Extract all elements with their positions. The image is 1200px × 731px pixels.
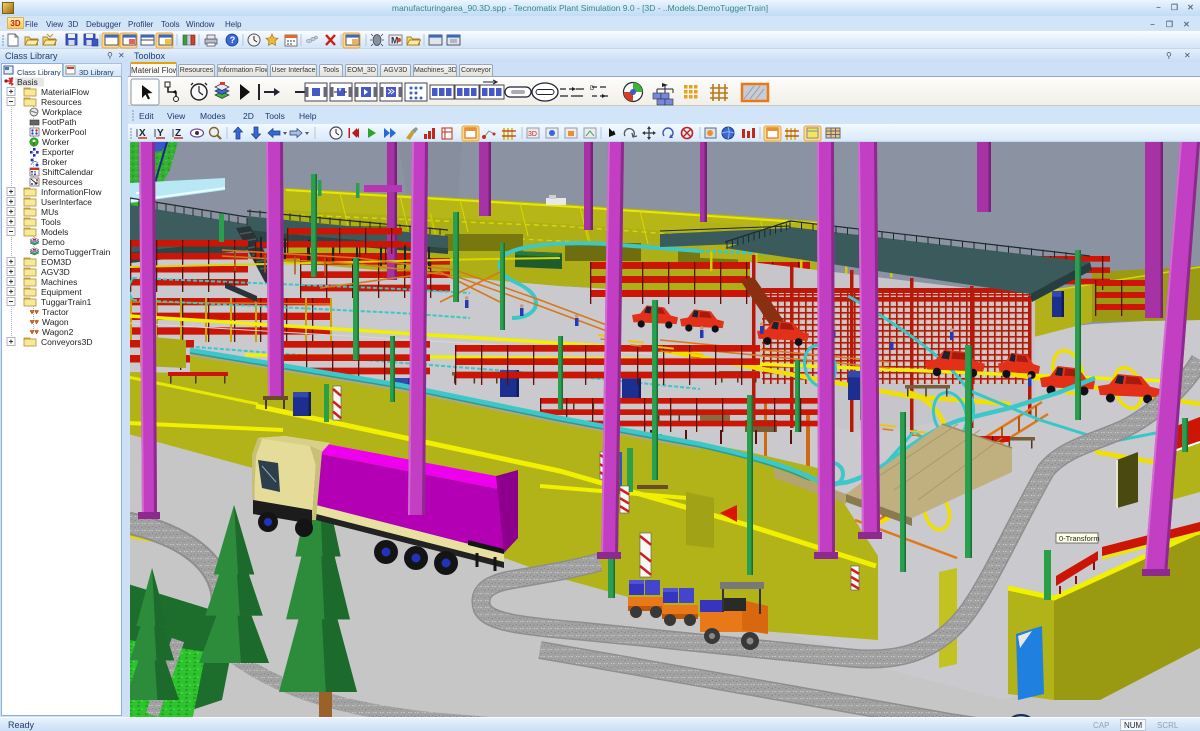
svg-text:ShiftCalendar: ShiftCalendar <box>42 167 94 177</box>
svg-text:Tools: Tools <box>41 217 61 227</box>
svg-text:UserInterface: UserInterface <box>41 197 92 207</box>
svg-text:Workplace: Workplace <box>42 107 82 117</box>
svg-text:Tractor: Tractor <box>42 307 69 317</box>
svg-text:AGV3D: AGV3D <box>41 267 70 277</box>
svg-text:?: ? <box>230 35 236 45</box>
svg-text:Machines: Machines <box>41 277 77 287</box>
svg-text:Exporter: Exporter <box>42 147 74 157</box>
svg-text:Basis: Basis <box>17 77 38 87</box>
svg-text:Resources: Resources <box>42 177 83 187</box>
svg-text:Worker: Worker <box>42 137 69 147</box>
svg-text:TuggarTrain1: TuggarTrain1 <box>41 297 92 307</box>
svg-text:MaterialFlow: MaterialFlow <box>41 87 90 97</box>
svg-text:Wagon2: Wagon2 <box>42 327 74 337</box>
svg-text:FootPath: FootPath <box>42 117 77 127</box>
svg-text:Demo: Demo <box>42 237 65 247</box>
svg-text:EOM3D: EOM3D <box>41 257 71 267</box>
svg-text:InformationFlow: InformationFlow <box>41 187 102 197</box>
svg-text:Broker: Broker <box>42 157 67 167</box>
svg-text:Resources: Resources <box>41 97 82 107</box>
svg-text:Models: Models <box>41 227 68 237</box>
svg-text:DemoTuggerTrain: DemoTuggerTrain <box>42 247 111 257</box>
svg-text:MUs: MUs <box>41 207 58 217</box>
svg-text:0-Transform: 0-Transform <box>1059 534 1100 543</box>
svg-text:WorkerPool: WorkerPool <box>42 127 86 137</box>
svg-text:D: D <box>590 86 595 92</box>
svg-text:Equipment: Equipment <box>41 287 82 297</box>
svg-text:Wagon: Wagon <box>42 317 69 327</box>
svg-text:Conveyors3D: Conveyors3D <box>41 337 93 347</box>
svg-text:3D: 3D <box>528 131 537 138</box>
